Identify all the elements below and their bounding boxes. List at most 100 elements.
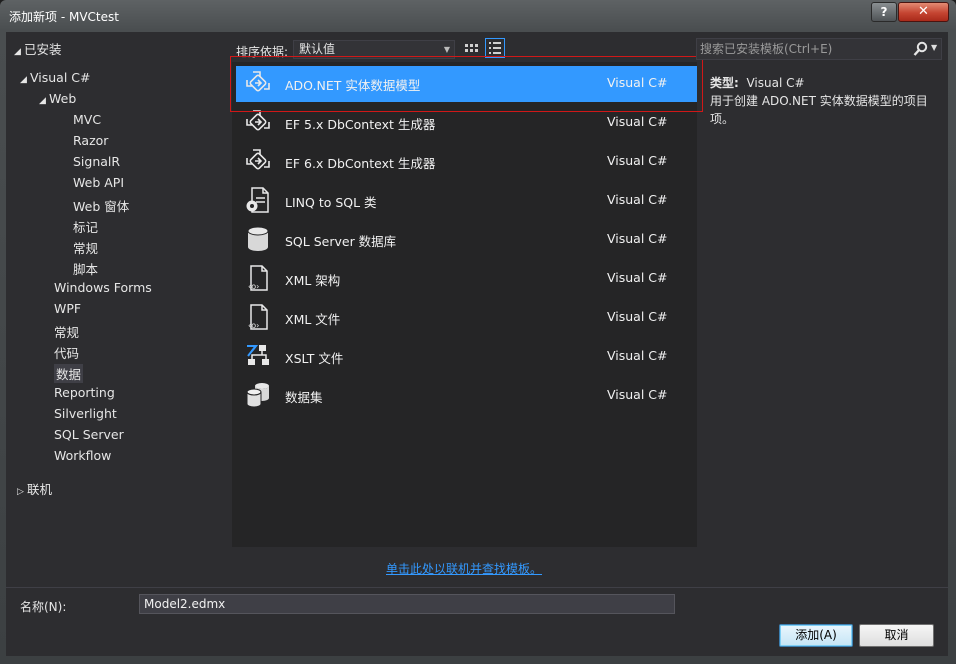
tree-node-label: Web (49, 91, 77, 106)
tree-node-label: 联机 (27, 482, 53, 497)
tree-node-label: 已安装 (24, 42, 62, 57)
entity-model-icon (244, 108, 272, 136)
tree-node-csharp-child[interactable]: Windows Forms (54, 280, 152, 295)
dataset-icon (244, 381, 272, 409)
svg-text:‹o›: ‹o› (248, 282, 259, 291)
template-name: LINQ to SQL 类 (285, 195, 377, 210)
add-button[interactable]: 添加(A) (779, 624, 853, 647)
name-field[interactable] (139, 594, 675, 614)
tree-node-csharp-child[interactable]: Workflow (54, 448, 111, 463)
highlight-box (230, 56, 703, 112)
template-item[interactable]: EF 6.x DbContext 生成器 Visual C# (232, 140, 697, 179)
close-button[interactable]: ✕ (898, 2, 949, 22)
expand-arrow-icon[interactable]: ▷ (17, 487, 27, 497)
tree-node-web-child[interactable]: 标记 (73, 217, 98, 236)
xslt-icon (244, 342, 272, 370)
template-item[interactable]: ‹o› XML 架构 Visual C# (232, 257, 697, 296)
name-label: 名称(N): (20, 600, 67, 614)
tree-node-csharp-child[interactable]: Silverlight (54, 406, 117, 421)
dialog-client: ◢ 已安装 ◢ Visual C# ◢ Web MVC Razor SignalR Web API… (6, 32, 948, 656)
tree-node-visual-csharp[interactable]: ◢ Visual C# (20, 70, 91, 85)
tree-node-web-child[interactable]: Web 窗体 (73, 196, 129, 215)
search-options-icon[interactable]: ▼ (931, 43, 937, 52)
tree-node-csharp-child[interactable]: 数据 (54, 364, 84, 383)
tree-node-label: Razor (73, 133, 109, 148)
tree-node-label: WPF (54, 301, 82, 316)
template-details: 类型: Visual C# 用于创建 ADO.NET 实体数据模型的项目项。 (710, 74, 942, 128)
title-bar[interactable]: 添加新项 - MVCtest ? ✕ (0, 0, 956, 32)
tree-node-label: Silverlight (54, 406, 117, 421)
tree-node-label: 标记 (73, 220, 99, 235)
tree-node-web-child[interactable]: SignalR (73, 154, 120, 169)
tree-node-label: Windows Forms (54, 280, 152, 295)
tree-node-label: 数据 (56, 367, 82, 382)
template-type: Visual C# (607, 348, 668, 363)
tree-node-label: MVC (73, 112, 102, 127)
type-key: 类型: (710, 76, 739, 90)
tree-node-web[interactable]: ◢ Web (39, 91, 76, 106)
tree-node-web-child[interactable]: Razor (73, 133, 108, 148)
tree-node-csharp-child[interactable]: 常规 (54, 322, 79, 341)
template-type: Visual C# (607, 114, 668, 129)
template-item[interactable]: SQL Server 数据库 Visual C# (232, 218, 697, 257)
template-name: SQL Server 数据库 (285, 234, 397, 249)
tree-node-label: 常规 (54, 325, 80, 340)
template-name: XML 架构 (285, 273, 341, 288)
template-item[interactable]: 数据集 Visual C# (232, 374, 697, 413)
tree-node-label: Reporting (54, 385, 115, 400)
xml-file-icon: ‹o› (244, 303, 272, 331)
template-type: Visual C# (607, 192, 668, 207)
tree-node-label: 脚本 (73, 262, 99, 277)
tree-node-label: SignalR (73, 154, 121, 169)
tree-node-csharp-child[interactable]: 代码 (54, 343, 79, 362)
xml-file-icon: ‹o› (244, 264, 272, 292)
template-type: Visual C# (607, 153, 668, 168)
tree-node-web-child[interactable]: Web API (73, 175, 124, 190)
tree-node-web-child[interactable]: 常规 (73, 238, 98, 257)
tree-node-label: SQL Server (54, 427, 124, 442)
window-title: 添加新项 - MVCtest (9, 10, 119, 24)
template-item[interactable]: XSLT 文件 Visual C# (232, 335, 697, 374)
tree-node-online[interactable]: ▷ 联机 (17, 479, 52, 498)
search-box[interactable]: ▼ (696, 38, 942, 60)
list-view-icon[interactable] (485, 38, 505, 58)
svg-text:‹o›: ‹o› (248, 321, 259, 330)
collapse-arrow-icon[interactable]: ◢ (14, 47, 24, 57)
tree-node-web-child[interactable]: 脚本 (73, 259, 98, 278)
template-name: EF 5.x DbContext 生成器 (285, 117, 436, 132)
template-type: Visual C# (607, 231, 668, 246)
collapse-arrow-icon[interactable]: ◢ (20, 75, 30, 85)
template-name: XML 文件 (285, 312, 341, 327)
help-button[interactable]: ? (871, 2, 897, 22)
template-type: Visual C# (607, 270, 668, 285)
database-icon (244, 225, 272, 253)
dialog-window: 添加新项 - MVCtest ? ✕ ◢ 已安装 ◢ Visual C# ◢ Web MVC… (0, 0, 956, 664)
cancel-button[interactable]: 取消 (859, 624, 934, 647)
template-name: EF 6.x DbContext 生成器 (285, 156, 436, 171)
template-type: Visual C# (607, 387, 668, 402)
tree-node-web-child[interactable]: MVC (73, 112, 101, 127)
tree-node-installed[interactable]: ◢ 已安装 (14, 39, 62, 58)
template-description: 用于创建 ADO.NET 实体数据模型的项目项。 (710, 94, 928, 126)
tree-node-csharp-child[interactable]: SQL Server (54, 427, 124, 442)
search-icon[interactable] (913, 41, 929, 57)
tree-node-label: Workflow (54, 448, 112, 463)
category-tree: ◢ 已安装 ◢ Visual C# ◢ Web MVC Razor SignalR Web API… (6, 32, 224, 587)
type-value: Visual C# (746, 76, 805, 90)
template-item[interactable]: LINQ to SQL 类 Visual C# (232, 179, 697, 218)
collapse-arrow-icon[interactable]: ◢ (39, 96, 49, 106)
template-type: Visual C# (607, 309, 668, 324)
template-item[interactable]: ‹o› XML 文件 Visual C# (232, 296, 697, 335)
search-input[interactable] (700, 40, 905, 58)
tree-node-csharp-child[interactable]: WPF (54, 301, 81, 316)
tree-node-label: 常规 (73, 241, 99, 256)
entity-model-icon (244, 147, 272, 175)
tree-node-label: Web API (73, 175, 125, 190)
tree-node-label: 代码 (54, 346, 80, 361)
divider (6, 587, 948, 588)
online-templates-link[interactable]: 单击此处以联机并查找模板。 (386, 560, 542, 577)
tree-node-csharp-child[interactable]: Reporting (54, 385, 115, 400)
tree-node-label: Visual C# (30, 70, 91, 85)
linq-sql-icon (244, 186, 272, 214)
template-name: 数据集 (285, 390, 323, 405)
